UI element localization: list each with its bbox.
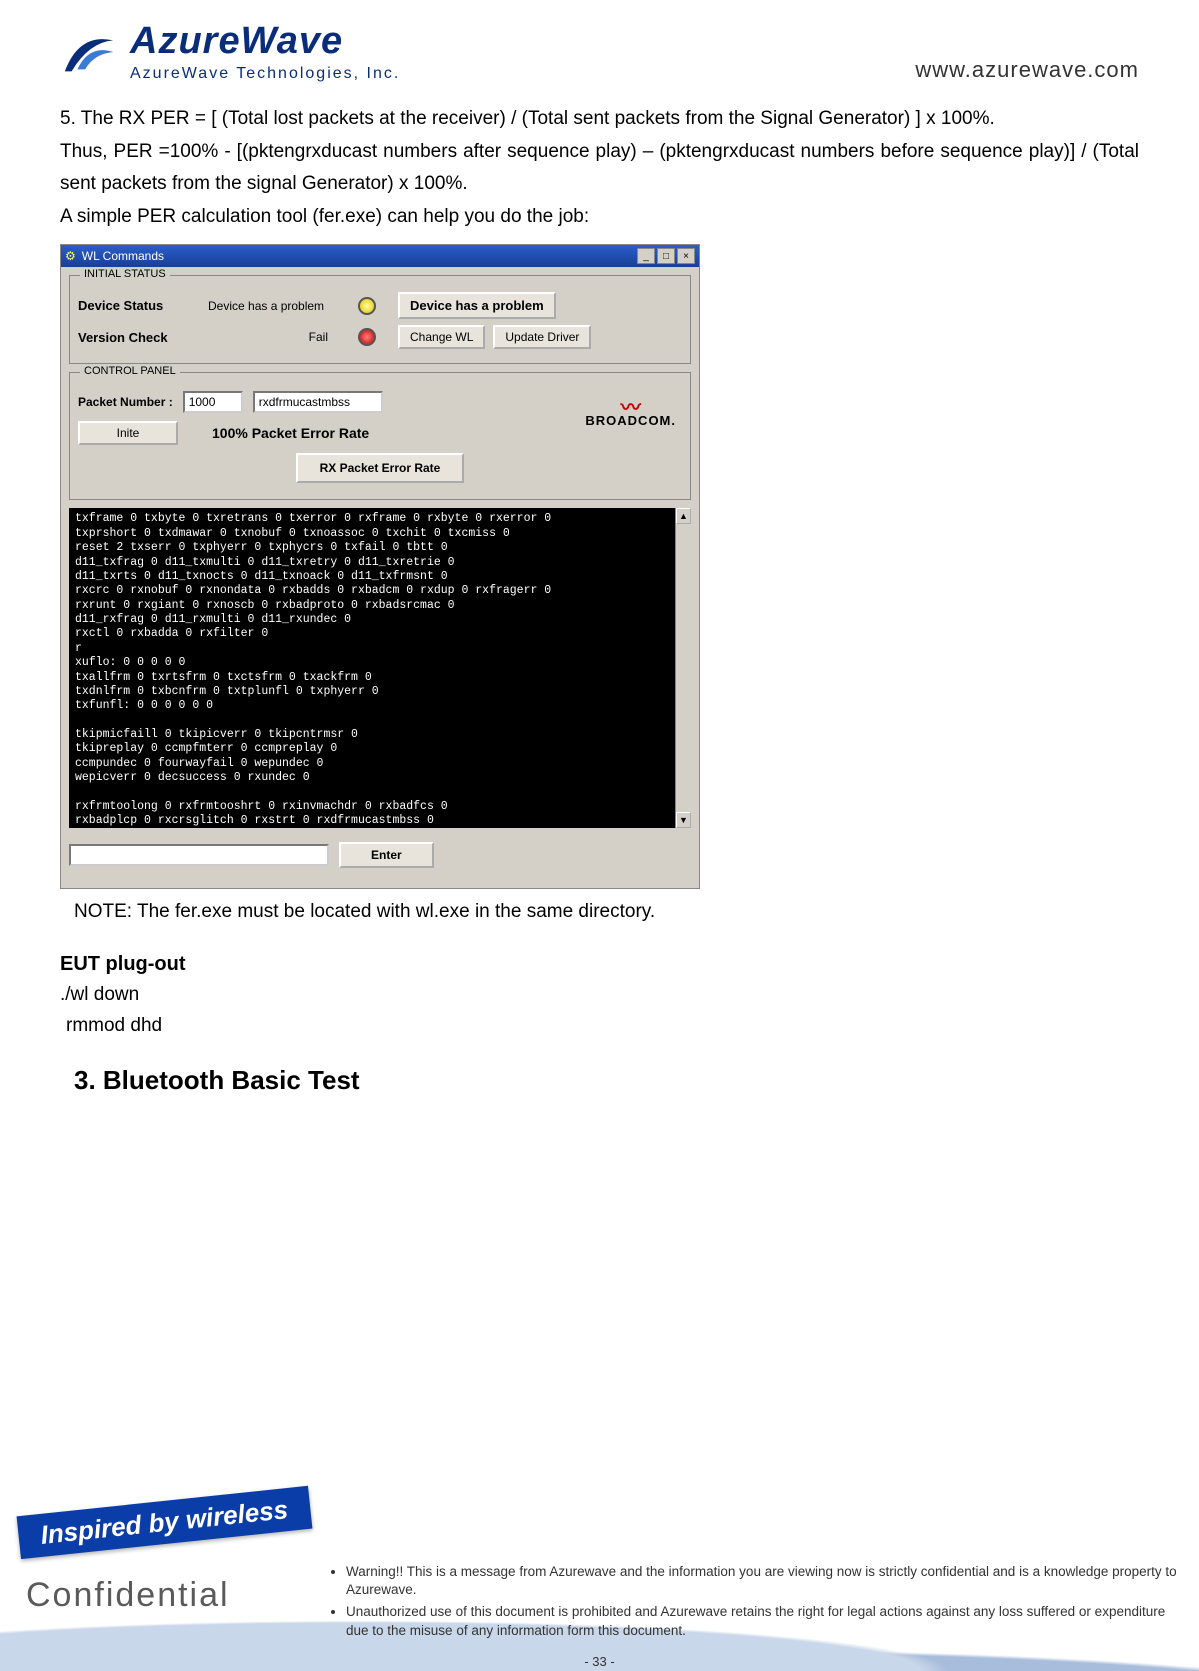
eut-cmd-2: rmmod dhd xyxy=(66,1011,1139,1041)
wl-commands-window: ⚙ WL Commands _ □ × INITIAL STATUS Devic… xyxy=(60,244,700,889)
eut-cmd-1: ./wl down xyxy=(60,980,1139,1010)
paragraph-2: Thus, PER =100% - [(pktengrxducast numbe… xyxy=(60,136,1139,199)
section-3-heading: 3. Bluetooth Basic Test xyxy=(74,1065,1139,1096)
packet-number-label: Packet Number : xyxy=(78,395,173,409)
inite-button[interactable]: Inite xyxy=(78,421,178,445)
logo-sub-text: AzureWave Technologies, Inc. xyxy=(130,65,400,83)
paragraph-3: A simple PER calculation tool (fer.exe) … xyxy=(60,201,1139,232)
broadcom-text: BROADCOM. xyxy=(585,413,676,428)
footer-bullet-1: Warning!! This is a message from Azurewa… xyxy=(346,1563,1179,1599)
device-status-value: Device has a problem xyxy=(208,299,348,313)
per-result-text: 100% Packet Error Rate xyxy=(212,425,369,441)
company-url: www.azurewave.com xyxy=(915,57,1139,83)
page-header: AzureWave AzureWave Technologies, Inc. w… xyxy=(60,20,1139,83)
console-output: txframe 0 txbyte 0 txretrans 0 txerror 0… xyxy=(69,508,691,828)
packet-number-input[interactable] xyxy=(183,391,243,413)
page-footer: Inspired by wireless Confidential Warnin… xyxy=(0,1481,1199,1671)
control-panel-label: CONTROL PANEL xyxy=(80,365,180,377)
logo-main-text: AzureWave xyxy=(130,20,400,63)
window-title: WL Commands xyxy=(82,249,164,263)
footer-warnings: Warning!! This is a message from Azurewa… xyxy=(330,1563,1179,1644)
app-icon: ⚙ xyxy=(65,249,76,263)
version-check-led-icon xyxy=(358,328,376,346)
paragraph-1: 5. The RX PER = [ (Total lost packets at… xyxy=(60,103,1139,134)
eut-plugout-heading: EUT plug-out xyxy=(60,953,1139,976)
scroll-up-icon[interactable]: ▲ xyxy=(676,508,691,524)
initial-status-label: INITIAL STATUS xyxy=(80,268,170,280)
window-titlebar: ⚙ WL Commands _ □ × xyxy=(61,245,699,267)
command-input[interactable] xyxy=(69,844,329,866)
broadcom-wave-icon: 〰︎ xyxy=(621,403,641,413)
maximize-button[interactable]: □ xyxy=(657,248,675,264)
scroll-down-icon[interactable]: ▼ xyxy=(676,812,691,828)
close-button[interactable]: × xyxy=(677,248,695,264)
broadcom-logo: 〰︎ BROADCOM. xyxy=(585,403,676,428)
console-scrollbar[interactable]: ▲ ▼ xyxy=(675,508,691,828)
update-driver-button[interactable]: Update Driver xyxy=(493,325,591,349)
logo: AzureWave AzureWave Technologies, Inc. xyxy=(60,20,400,83)
page-number: - 33 - xyxy=(584,1654,614,1669)
confidential-label: Confidential xyxy=(26,1576,230,1615)
device-problem-button[interactable]: Device has a problem xyxy=(398,292,556,319)
version-check-label: Version Check xyxy=(78,330,198,345)
rx-per-button[interactable]: RX Packet Error Rate xyxy=(296,453,465,483)
body-text: 5. The RX PER = [ (Total lost packets at… xyxy=(60,103,1139,232)
device-status-led-icon xyxy=(358,297,376,315)
control-panel-group: CONTROL PANEL 〰︎ BROADCOM. Packet Number… xyxy=(69,372,691,500)
footer-bullet-2: Unauthorized use of this document is pro… xyxy=(346,1603,1179,1639)
change-wl-button[interactable]: Change WL xyxy=(398,325,485,349)
minimize-button[interactable]: _ xyxy=(637,248,655,264)
counter-name-input[interactable] xyxy=(253,391,383,413)
initial-status-group: INITIAL STATUS Device Status Device has … xyxy=(69,275,691,364)
logo-swoosh-icon xyxy=(60,23,118,81)
note-text: NOTE: The fer.exe must be located with w… xyxy=(74,901,1139,923)
device-status-label: Device Status xyxy=(78,298,198,313)
version-check-value: Fail xyxy=(208,330,348,344)
enter-button[interactable]: Enter xyxy=(339,842,434,868)
